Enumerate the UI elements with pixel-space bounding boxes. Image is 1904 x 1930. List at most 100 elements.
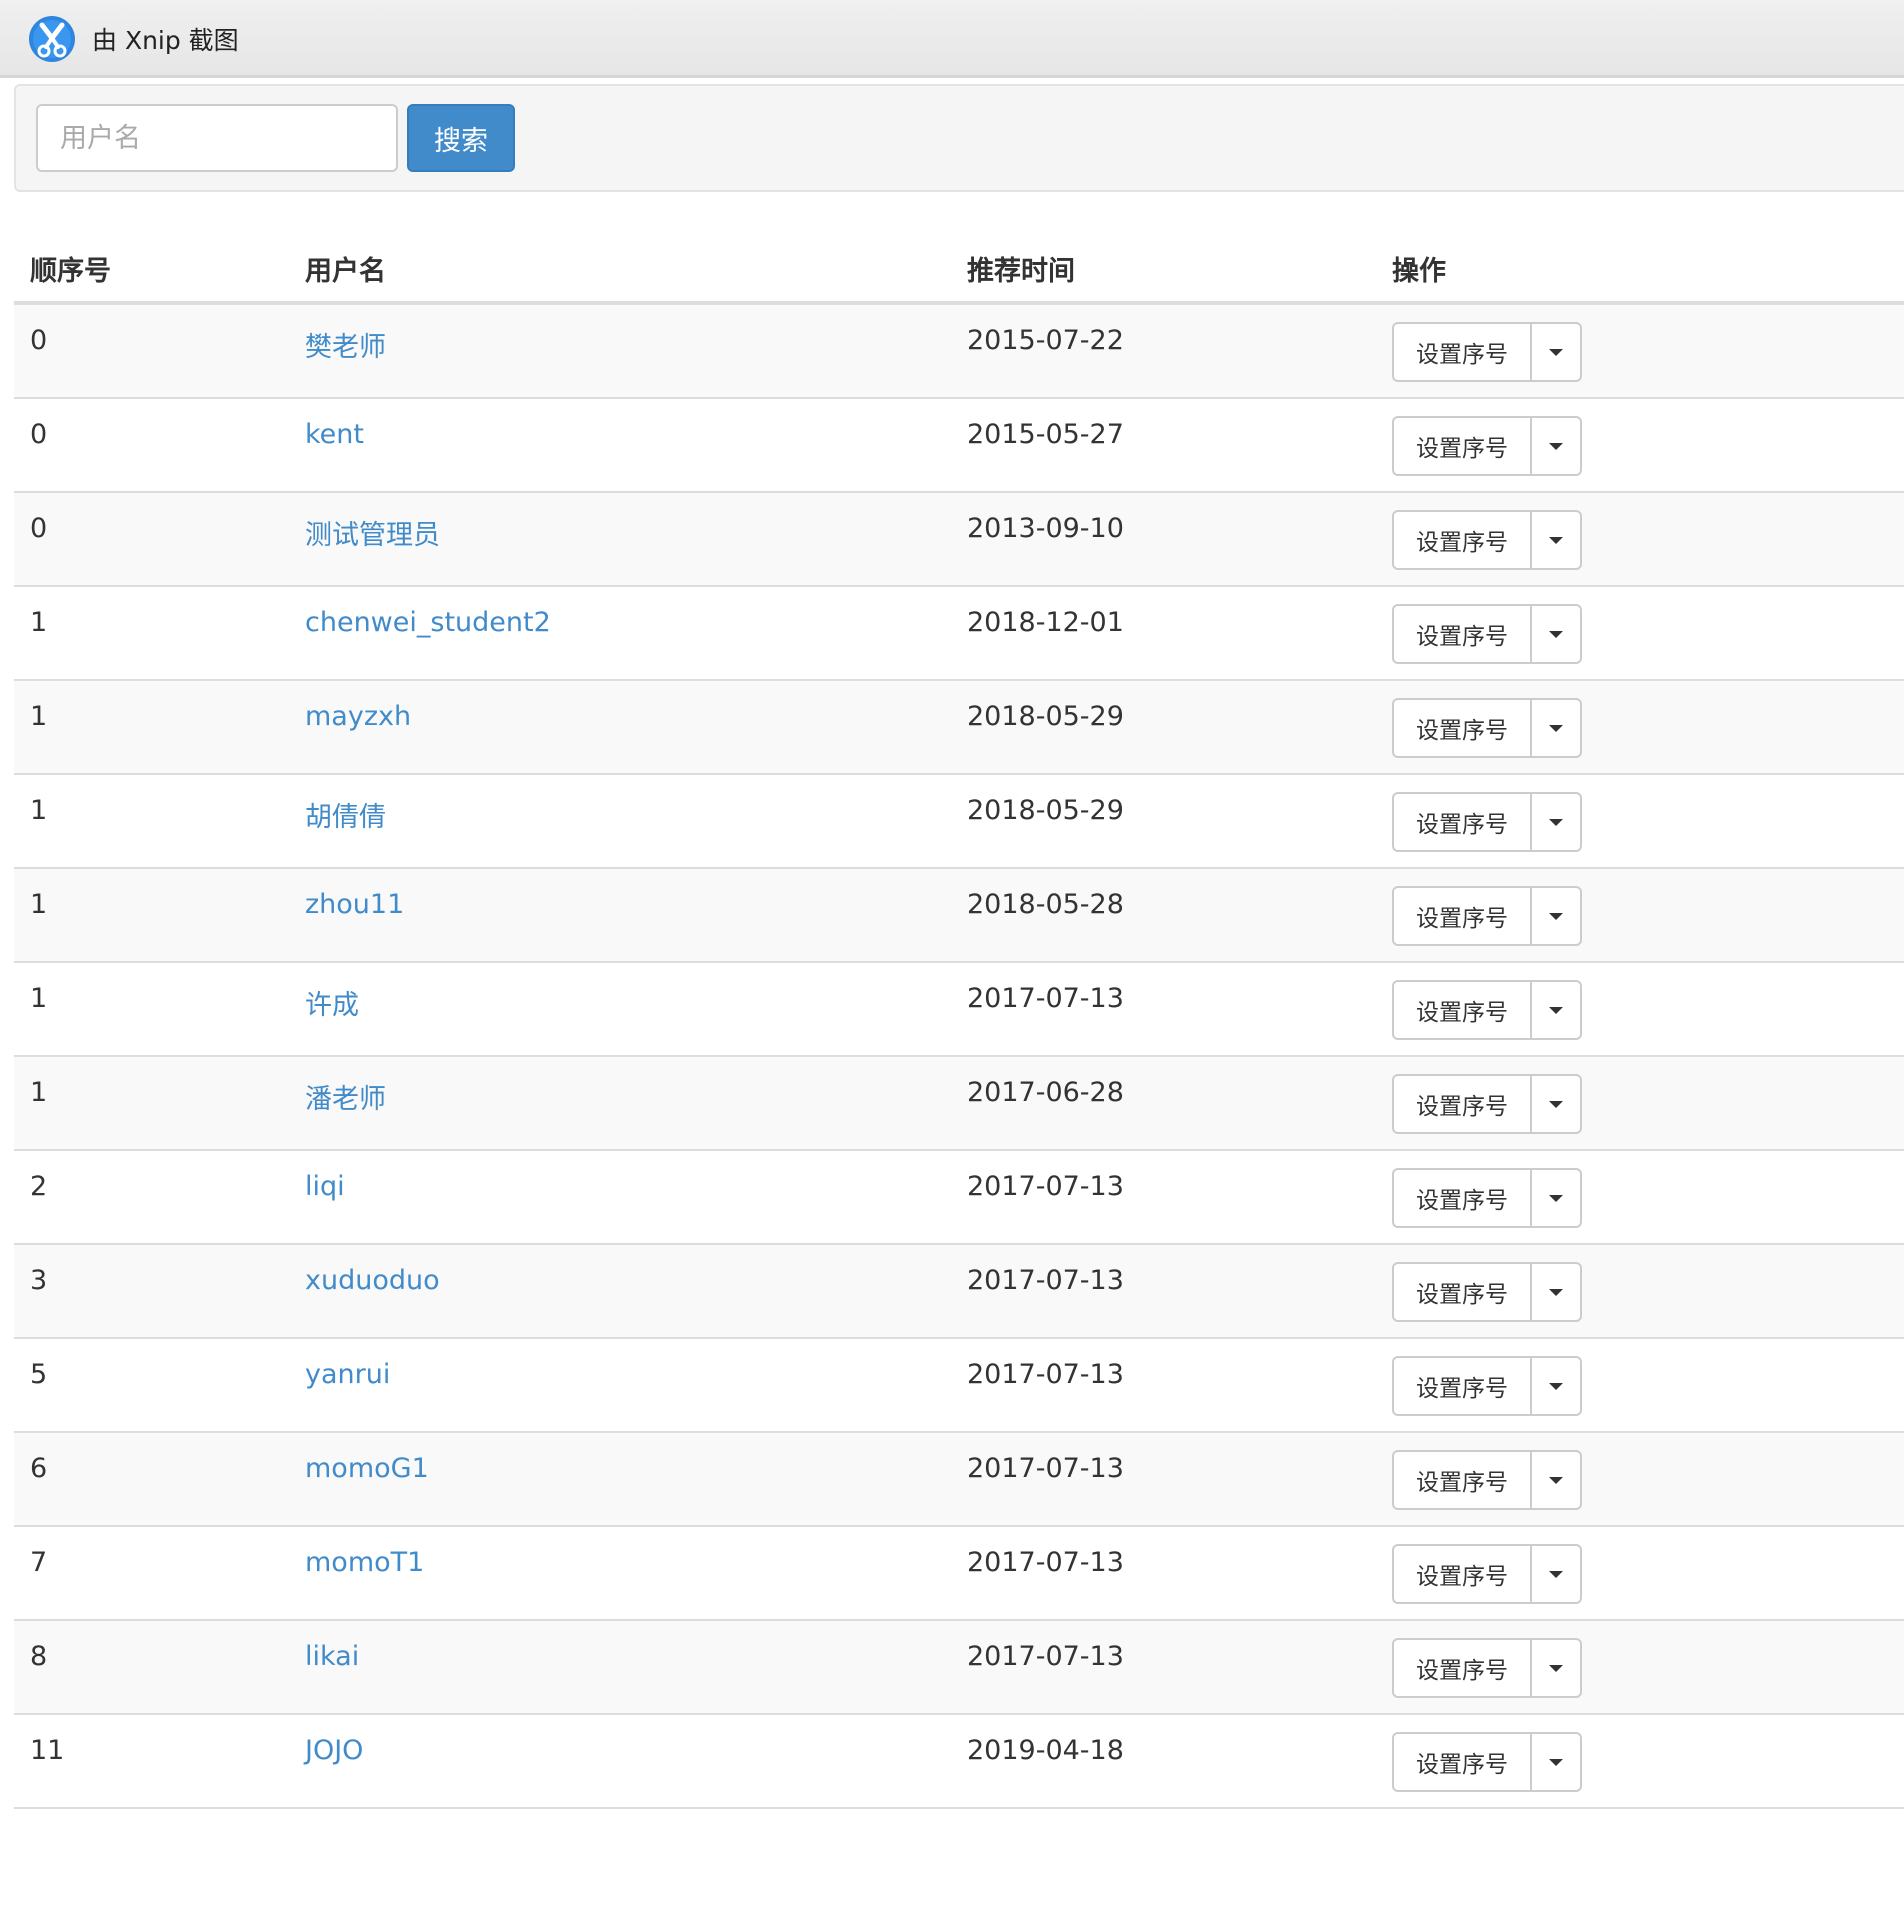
column-header-action: 操作 (1392, 256, 1446, 287)
table-header: 顺序号 用户名 推荐时间 操作 (14, 225, 1904, 305)
set-order-button-group: 设置序号 (1392, 698, 1582, 758)
caret-down-icon (1549, 1476, 1563, 1484)
set-order-button[interactable]: 设置序号 (1394, 1452, 1532, 1508)
set-order-button[interactable]: 设置序号 (1394, 606, 1532, 662)
set-order-button[interactable]: 设置序号 (1394, 794, 1532, 850)
recommend-time-cell: 2017-07-13 (967, 1547, 1124, 1578)
recommend-time-cell: 2015-07-22 (967, 325, 1124, 356)
dropdown-toggle-button[interactable] (1532, 324, 1580, 380)
dropdown-toggle-button[interactable] (1532, 512, 1580, 568)
recommend-time-cell: 2018-05-28 (967, 889, 1124, 920)
caret-down-icon (1549, 1664, 1563, 1672)
dropdown-toggle-button[interactable] (1532, 794, 1580, 850)
table-row: 3 xuduoduo 2017-07-13 设置序号 (14, 1245, 1904, 1339)
table-row: 2 liqi 2017-07-13 设置序号 (14, 1151, 1904, 1245)
caret-down-icon (1549, 724, 1563, 732)
table-row: 8 likai 2017-07-13 设置序号 (14, 1621, 1904, 1715)
table-body: 0 樊老师 2015-07-22 设置序号 0 kent 2015-05-27 设置序号 0 测试… (14, 305, 1904, 1809)
ranking-table: 顺序号 用户名 推荐时间 操作 0 樊老师 2015-07-22 设置序号 0 kent 2… (14, 225, 1904, 1809)
username-link[interactable]: liqi (305, 1171, 345, 1202)
seq-cell: 1 (30, 983, 48, 1014)
username-link[interactable]: momoT1 (305, 1547, 424, 1578)
set-order-button[interactable]: 设置序号 (1394, 1358, 1532, 1414)
set-order-button[interactable]: 设置序号 (1394, 1076, 1532, 1132)
username-link[interactable]: zhou11 (305, 889, 404, 920)
dropdown-toggle-button[interactable] (1532, 888, 1580, 944)
dropdown-toggle-button[interactable] (1532, 1734, 1580, 1790)
set-order-button[interactable]: 设置序号 (1394, 418, 1532, 474)
seq-cell: 1 (30, 889, 48, 920)
caret-down-icon (1549, 348, 1563, 356)
seq-cell: 3 (30, 1265, 48, 1296)
window-title: 由 Xnip 截图 (92, 26, 239, 55)
set-order-button-group: 设置序号 (1392, 510, 1582, 570)
recommend-time-cell: 2017-07-13 (967, 983, 1124, 1014)
set-order-button[interactable]: 设置序号 (1394, 1546, 1532, 1602)
title-bar: 由 Xnip 截图 (0, 0, 1904, 78)
username-link[interactable]: momoG1 (305, 1453, 429, 1484)
username-link[interactable]: 樊老师 (305, 325, 386, 364)
set-order-button[interactable]: 设置序号 (1394, 1170, 1532, 1226)
table-row: 1 潘老师 2017-06-28 设置序号 (14, 1057, 1904, 1151)
username-link[interactable]: 许成 (305, 983, 359, 1022)
username-link[interactable]: likai (305, 1641, 359, 1672)
username-link[interactable]: 胡倩倩 (305, 795, 386, 834)
set-order-button[interactable]: 设置序号 (1394, 324, 1532, 380)
seq-cell: 7 (30, 1547, 48, 1578)
caret-down-icon (1549, 1382, 1563, 1390)
username-link[interactable]: 潘老师 (305, 1077, 386, 1116)
dropdown-toggle-button[interactable] (1532, 418, 1580, 474)
table-row: 0 测试管理员 2013-09-10 设置序号 (14, 493, 1904, 587)
username-link[interactable]: kent (305, 419, 364, 450)
seq-cell: 8 (30, 1641, 48, 1672)
table-row: 11 JOJO 2019-04-18 设置序号 (14, 1715, 1904, 1809)
username-search-input[interactable] (36, 104, 398, 172)
caret-down-icon (1549, 536, 1563, 544)
recommend-time-cell: 2018-05-29 (967, 795, 1124, 826)
set-order-button-group: 设置序号 (1392, 886, 1582, 946)
set-order-button-group: 设置序号 (1392, 1356, 1582, 1416)
recommend-time-cell: 2015-05-27 (967, 419, 1124, 450)
seq-cell: 5 (30, 1359, 48, 1390)
seq-cell: 0 (30, 325, 48, 356)
username-link[interactable]: mayzxh (305, 701, 411, 732)
username-link[interactable]: chenwei_student2 (305, 607, 551, 638)
set-order-button[interactable]: 设置序号 (1394, 982, 1532, 1038)
recommend-time-cell: 2013-09-10 (967, 513, 1124, 544)
dropdown-toggle-button[interactable] (1532, 1264, 1580, 1320)
set-order-button[interactable]: 设置序号 (1394, 1264, 1532, 1320)
set-order-button-group: 设置序号 (1392, 604, 1582, 664)
dropdown-toggle-button[interactable] (1532, 1076, 1580, 1132)
caret-down-icon (1549, 1288, 1563, 1296)
set-order-button[interactable]: 设置序号 (1394, 888, 1532, 944)
seq-cell: 1 (30, 607, 48, 638)
username-link[interactable]: yanrui (305, 1359, 390, 1390)
username-link[interactable]: xuduoduo (305, 1265, 440, 1296)
seq-cell: 0 (30, 513, 48, 544)
dropdown-toggle-button[interactable] (1532, 1546, 1580, 1602)
caret-down-icon (1549, 1758, 1563, 1766)
dropdown-toggle-button[interactable] (1532, 982, 1580, 1038)
seq-cell: 2 (30, 1171, 48, 1202)
set-order-button[interactable]: 设置序号 (1394, 512, 1532, 568)
dropdown-toggle-button[interactable] (1532, 606, 1580, 662)
search-button[interactable]: 搜索 (407, 104, 515, 172)
recommend-time-cell: 2017-07-13 (967, 1171, 1124, 1202)
dropdown-toggle-button[interactable] (1532, 1358, 1580, 1414)
set-order-button[interactable]: 设置序号 (1394, 1640, 1532, 1696)
dropdown-toggle-button[interactable] (1532, 1640, 1580, 1696)
set-order-button[interactable]: 设置序号 (1394, 700, 1532, 756)
username-link[interactable]: JOJO (305, 1735, 363, 1766)
dropdown-toggle-button[interactable] (1532, 1170, 1580, 1226)
dropdown-toggle-button[interactable] (1532, 1452, 1580, 1508)
set-order-button-group: 设置序号 (1392, 1544, 1582, 1604)
column-header-username: 用户名 (305, 256, 386, 287)
recommend-time-cell: 2019-04-18 (967, 1735, 1124, 1766)
username-link[interactable]: 测试管理员 (305, 513, 440, 552)
set-order-button[interactable]: 设置序号 (1394, 1734, 1532, 1790)
search-panel: 搜索 (14, 84, 1904, 192)
xnip-scissors-icon (29, 16, 75, 62)
column-header-seq: 顺序号 (30, 256, 111, 287)
set-order-button-group: 设置序号 (1392, 1168, 1582, 1228)
dropdown-toggle-button[interactable] (1532, 700, 1580, 756)
